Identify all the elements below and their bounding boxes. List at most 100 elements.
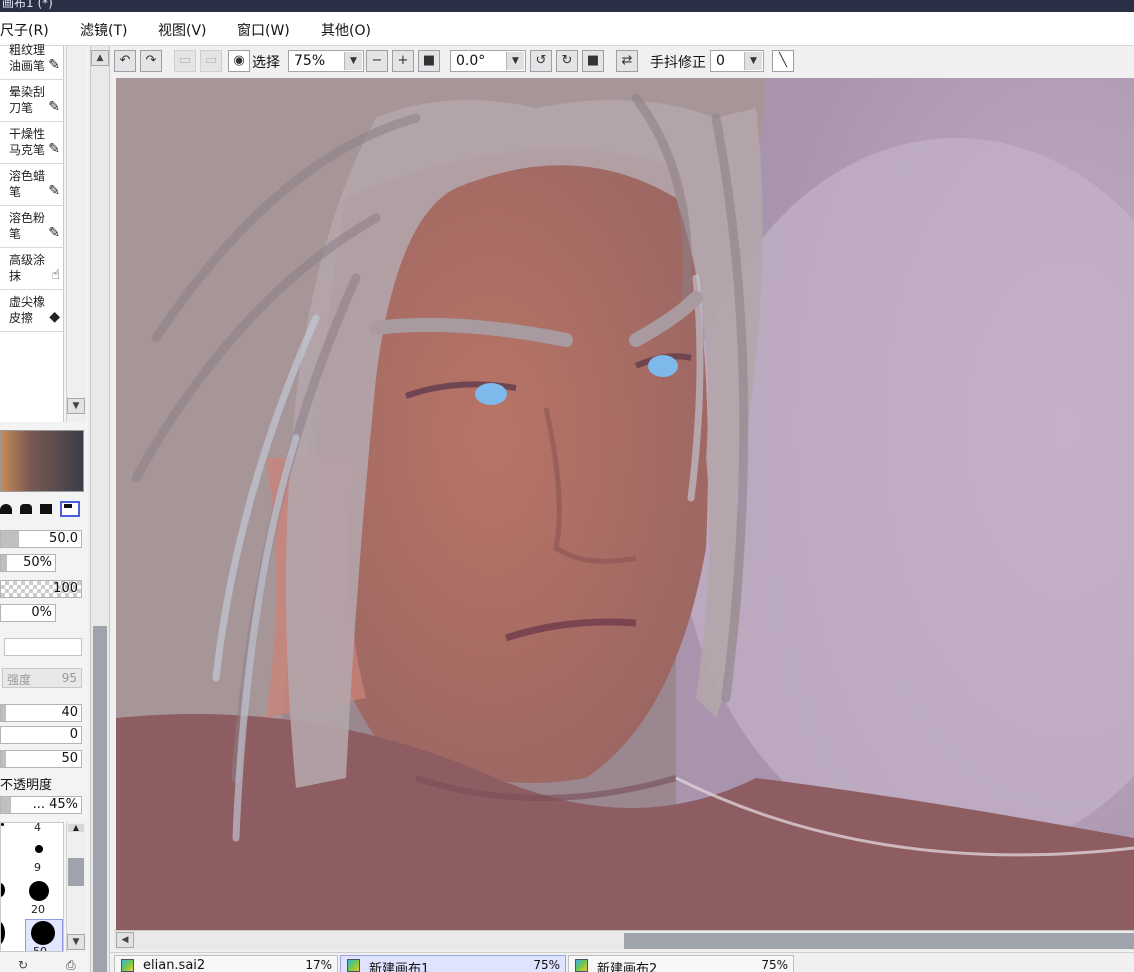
tool-crayon[interactable]: 溶色蜡笔 ✎: [0, 164, 64, 206]
zoom-out-icon[interactable]: −: [366, 50, 388, 72]
chevron-down-icon[interactable]: ▼: [744, 52, 762, 70]
size-label-50: 50: [33, 945, 47, 952]
tool-chalk[interactable]: 溶色粉笔 ✎: [0, 206, 64, 248]
size-label-9: 9: [34, 861, 41, 874]
size-label-20: 20: [31, 903, 45, 916]
deselect-icon[interactable]: ▭: [174, 50, 196, 72]
tab-canvas-2[interactable]: 新建画布2 75%: [568, 955, 794, 972]
rotate-right-icon[interactable]: ↻: [556, 50, 578, 72]
size-label-4: 4: [34, 822, 41, 834]
canvas-file-icon: [575, 959, 588, 972]
select-label: 选择: [252, 55, 280, 71]
scroll-down-icon[interactable]: ▼: [67, 398, 85, 414]
tab-zoom: 75%: [533, 958, 560, 972]
brush-dot[interactable]: [1, 921, 5, 945]
marker-icon: ✎: [48, 141, 60, 157]
tool-eraser[interactable]: 虚尖橡皮擦 ◆: [0, 290, 64, 332]
tab-zoom: 75%: [761, 958, 788, 972]
tab-name: 新建画布2: [597, 962, 658, 972]
water-slider[interactable]: 40: [0, 704, 82, 722]
color-extension-slider[interactable]: 0: [0, 726, 82, 744]
brush-dot[interactable]: [1, 883, 5, 897]
menu-window[interactable]: 窗口(W): [237, 20, 290, 40]
scroll-up-icon[interactable]: ▲: [68, 824, 84, 832]
tool-label: 溶色粉笔: [9, 211, 46, 241]
menu-view[interactable]: 视图(V): [158, 20, 207, 40]
tool-label: 粗纹理油画笔: [9, 43, 46, 73]
tool-marker[interactable]: 干燥性马克笔 ✎: [0, 122, 64, 164]
min-size-slider[interactable]: 50%: [0, 554, 56, 572]
save-icon[interactable]: ⎙: [66, 958, 76, 972]
menu-other[interactable]: 其他(O): [321, 20, 371, 40]
brush-dot-20[interactable]: [29, 881, 49, 901]
tool-scrollbar[interactable]: ▼: [66, 46, 86, 422]
size-scrollbar[interactable]: ▲ ▼: [66, 822, 86, 952]
rotation-reset-icon[interactable]: ■: [582, 50, 604, 72]
density-slider[interactable]: 100: [0, 580, 82, 598]
tab-name: 新建画布1: [369, 962, 430, 972]
redo-icon[interactable]: ↷: [140, 50, 162, 72]
scroll-up-icon[interactable]: ▲: [91, 50, 109, 66]
tool-label: 高级涂抹: [9, 253, 46, 283]
tool-oil-brush[interactable]: 粗纹理油画笔 ✎: [0, 38, 64, 80]
vertical-scroll-thumb[interactable]: [93, 626, 107, 972]
min-size-value: 50%: [23, 555, 52, 570]
canvas-file-icon: [121, 959, 134, 972]
tool-label: 虚尖橡皮擦: [9, 295, 46, 325]
smudge-icon: ☝: [51, 267, 60, 283]
opacity-slider[interactable]: ... 45%: [0, 796, 82, 814]
brush-shape-row: [0, 500, 84, 520]
tool-smudge[interactable]: 高级涂抹 ☝: [0, 248, 64, 290]
window-title: 画布1 (*): [2, 0, 53, 10]
horizontal-scroll-thumb[interactable]: [624, 933, 1134, 949]
panel-bottom-icons: ↻ ⎙: [0, 958, 88, 972]
chevron-down-icon[interactable]: ▼: [344, 52, 362, 70]
rotation-select[interactable]: 0.0° ▼: [450, 50, 526, 72]
stabilizer-select[interactable]: 0 ▼: [710, 50, 764, 72]
brush-size-grid: 4 9 20 50: [0, 822, 64, 952]
brush-dot-50: [31, 921, 55, 945]
canvas-horizontal-scrollbar[interactable]: ◀: [114, 930, 1134, 950]
rotate-icon[interactable]: ↻: [18, 958, 28, 972]
panel-vertical-scrollbar[interactable]: ▲: [90, 46, 110, 972]
painting-portrait: [116, 78, 1134, 930]
invert-selection-icon[interactable]: ▭: [200, 50, 222, 72]
strength-value: 95: [61, 671, 77, 685]
flat-tip-icon[interactable]: [40, 504, 52, 514]
straight-line-icon[interactable]: ╲: [772, 50, 794, 72]
drawing-canvas[interactable]: [116, 78, 1134, 930]
zoom-reset-icon[interactable]: ■: [418, 50, 440, 72]
blend-slider[interactable]: 0%: [0, 604, 56, 622]
strength-field[interactable]: 强度 95: [2, 668, 82, 688]
tab-elian[interactable]: elian.sai2 17%: [114, 955, 338, 972]
brush-dot-9[interactable]: [35, 845, 43, 853]
tool-palette-knife[interactable]: 晕染刮刀笔 ✎: [0, 80, 64, 122]
brush-dot[interactable]: [1, 823, 4, 826]
eye-icon[interactable]: ◉: [228, 50, 250, 72]
undo-icon[interactable]: ↶: [114, 50, 136, 72]
canvas-file-icon: [347, 959, 360, 972]
menu-bar: 尺子(R) 滤镜(T) 视图(V) 窗口(W) 其他(O): [0, 12, 1134, 46]
tab-canvas-1[interactable]: 新建画布1 75%: [340, 955, 566, 972]
chevron-down-icon[interactable]: ▼: [506, 52, 524, 70]
size-scroll-thumb[interactable]: [68, 858, 84, 886]
rotation-value: 0.0°: [456, 53, 486, 69]
scroll-left-icon[interactable]: ◀: [116, 932, 134, 948]
persistence-slider[interactable]: 50: [0, 750, 82, 768]
zoom-value: 75%: [294, 53, 326, 69]
density-value: 100: [53, 581, 78, 596]
soft-tip-icon[interactable]: [20, 504, 32, 514]
rotate-left-icon[interactable]: ↺: [530, 50, 552, 72]
square-tip-icon[interactable]: [60, 501, 80, 517]
scroll-down-icon[interactable]: ▼: [67, 934, 85, 950]
zoom-select[interactable]: 75% ▼: [288, 50, 364, 72]
tool-label: 晕染刮刀笔: [9, 85, 46, 115]
zoom-in-icon[interactable]: +: [392, 50, 414, 72]
flip-horizontal-icon[interactable]: ⇄: [616, 50, 638, 72]
menu-ruler[interactable]: 尺子(R): [0, 20, 49, 40]
brush-icon: ✎: [48, 99, 60, 115]
size-slider[interactable]: 50.0: [0, 530, 82, 548]
texture-field[interactable]: [4, 638, 82, 656]
menu-filter[interactable]: 滤镜(T): [80, 20, 127, 40]
round-tip-icon[interactable]: [0, 504, 12, 514]
